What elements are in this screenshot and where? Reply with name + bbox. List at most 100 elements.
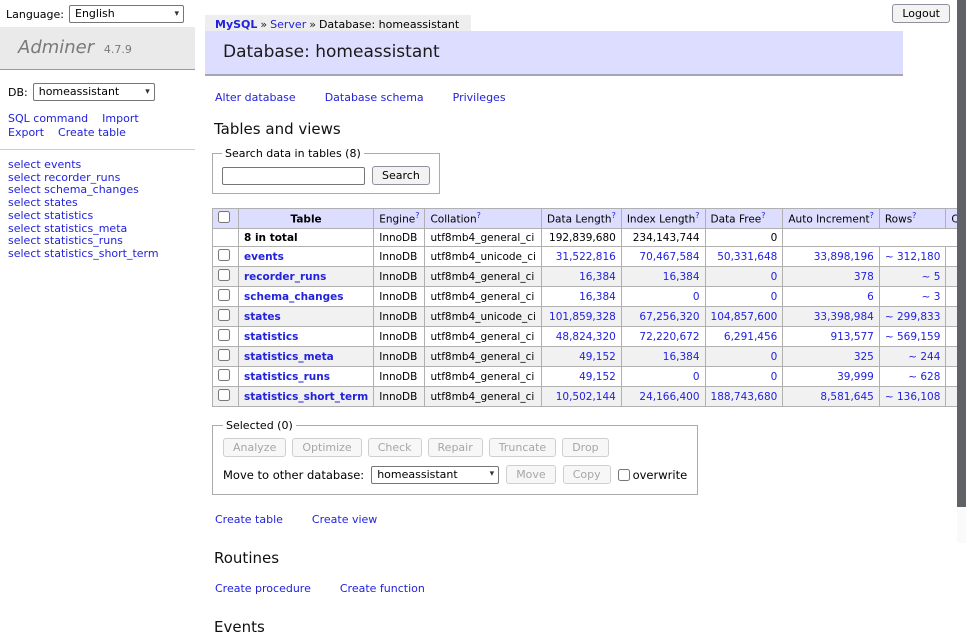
rows-link[interactable]: ~ 628: [885, 371, 941, 383]
sidebar-action-link[interactable]: Export: [8, 126, 44, 139]
sidebar-select-table-link[interactable]: select states: [8, 197, 195, 210]
column-help-link[interactable]: ?: [912, 211, 916, 220]
row-checkbox[interactable]: [218, 249, 230, 261]
data-free-link[interactable]: 104,857,600: [711, 311, 778, 323]
selected-action-button[interactable]: Optimize: [292, 438, 361, 457]
auto-increment-link[interactable]: 325: [788, 351, 874, 363]
rows-link[interactable]: ~ 312,180: [885, 251, 941, 263]
row-checkbox[interactable]: [218, 269, 230, 281]
data-length-link[interactable]: 16,384: [547, 271, 616, 283]
table-name-link[interactable]: states: [244, 311, 281, 323]
data-free-link[interactable]: 0: [711, 271, 778, 283]
row-checkbox[interactable]: [218, 349, 230, 361]
rows-link[interactable]: ~ 299,833: [885, 311, 941, 323]
scrollbar-thumb[interactable]: [957, 0, 966, 507]
move-database-select[interactable]: homeassistant ▾: [371, 466, 499, 484]
copy-button[interactable]: Copy: [563, 465, 611, 484]
table-name-link[interactable]: statistics_short_term: [244, 391, 368, 403]
row-checkbox[interactable]: [218, 309, 230, 321]
data-free-link[interactable]: 0: [711, 351, 778, 363]
data-length-link[interactable]: 49,152: [547, 371, 616, 383]
column-help-link[interactable]: ?: [695, 211, 699, 220]
auto-increment-link[interactable]: 913,577: [788, 331, 874, 343]
overwrite-checkbox[interactable]: [618, 469, 630, 481]
row-checkbox[interactable]: [218, 329, 230, 341]
index-length-link[interactable]: 72,220,672: [627, 331, 700, 343]
auto-increment-link[interactable]: 8,581,645: [788, 391, 874, 403]
data-free-link[interactable]: 188,743,680: [711, 391, 778, 403]
rows-link[interactable]: ~ 569,159: [885, 331, 941, 343]
logout-button[interactable]: Logout: [892, 4, 950, 23]
sidebar-action-link[interactable]: SQL command: [8, 112, 88, 125]
data-length-link[interactable]: 49,152: [547, 351, 616, 363]
data-length-link[interactable]: 31,522,816: [547, 251, 616, 263]
table-name-link[interactable]: statistics: [244, 331, 298, 343]
sidebar-action-link[interactable]: Import: [102, 112, 139, 125]
auto-increment-link[interactable]: 39,999: [788, 371, 874, 383]
rows-link[interactable]: ~ 136,108: [885, 391, 941, 403]
create-link[interactable]: Create table: [215, 513, 283, 526]
index-length-link[interactable]: 70,467,584: [627, 251, 700, 263]
sidebar-select-table-link[interactable]: select events: [8, 159, 195, 172]
selected-action-button[interactable]: Analyze: [223, 438, 286, 457]
database-action-link[interactable]: Privileges: [453, 91, 506, 104]
sidebar-action-link[interactable]: Create table: [58, 126, 126, 139]
breadcrumb-mysql-link[interactable]: MySQL: [215, 18, 257, 31]
sidebar-select-table-link[interactable]: select statistics_short_term: [8, 248, 195, 261]
index-length-link[interactable]: 16,384: [627, 271, 700, 283]
data-length-link[interactable]: 101,859,328: [547, 311, 616, 323]
auto-increment-link[interactable]: 378: [788, 271, 874, 283]
index-length-link[interactable]: 0: [627, 371, 700, 383]
index-length-link[interactable]: 67,256,320: [627, 311, 700, 323]
routine-create-link[interactable]: Create procedure: [215, 582, 311, 595]
column-help-link[interactable]: ?: [415, 211, 419, 220]
index-length-link[interactable]: 0: [627, 291, 700, 303]
data-length-link[interactable]: 48,824,320: [547, 331, 616, 343]
database-action-link[interactable]: Alter database: [215, 91, 296, 104]
table-name-link[interactable]: statistics_meta: [244, 351, 334, 363]
row-checkbox-cell: [213, 367, 239, 387]
total-index-length-cell: 234,143,744: [621, 229, 705, 247]
rows-link[interactable]: ~ 244: [885, 351, 941, 363]
auto-increment-link[interactable]: 33,898,196: [788, 251, 874, 263]
table-name-link[interactable]: events: [244, 251, 284, 263]
selected-legend: Selected (0): [223, 419, 296, 432]
auto-increment-link[interactable]: 6: [788, 291, 874, 303]
data-free-link[interactable]: 6,291,456: [711, 331, 778, 343]
row-checkbox[interactable]: [218, 369, 230, 381]
selected-action-button[interactable]: Truncate: [489, 438, 556, 457]
data-free-link[interactable]: 0: [711, 371, 778, 383]
breadcrumb-server-link[interactable]: Server: [270, 18, 306, 31]
column-help-link[interactable]: ?: [612, 211, 616, 220]
db-form: DB: homeassistant ▾: [8, 83, 195, 101]
index-length-link[interactable]: 16,384: [627, 351, 700, 363]
selected-action-button[interactable]: Drop: [562, 438, 608, 457]
search-input[interactable]: [222, 167, 365, 185]
table-name-link[interactable]: schema_changes: [244, 291, 344, 303]
data-free-link[interactable]: 0: [711, 291, 778, 303]
data-length-link[interactable]: 10,502,144: [547, 391, 616, 403]
data-length-link[interactable]: 16,384: [547, 291, 616, 303]
column-help-link[interactable]: ?: [870, 211, 874, 220]
routine-create-link[interactable]: Create function: [340, 582, 425, 595]
row-checkbox[interactable]: [218, 289, 230, 301]
rows-link[interactable]: ~ 5: [885, 271, 941, 283]
row-checkbox[interactable]: [218, 389, 230, 401]
table-name-link[interactable]: recorder_runs: [244, 271, 326, 283]
column-help-link[interactable]: ?: [761, 211, 765, 220]
rows-link[interactable]: ~ 3: [885, 291, 941, 303]
select-all-checkbox[interactable]: [218, 211, 230, 223]
data-free-link[interactable]: 50,331,648: [711, 251, 778, 263]
create-link[interactable]: Create view: [312, 513, 377, 526]
sidebar-select-table-link[interactable]: select statistics: [8, 210, 195, 223]
selected-action-button[interactable]: Repair: [428, 438, 483, 457]
column-help-link[interactable]: ?: [477, 211, 481, 220]
table-name-link[interactable]: statistics_runs: [244, 371, 330, 383]
selected-action-button[interactable]: Check: [368, 438, 422, 457]
db-select[interactable]: homeassistant ▾: [33, 83, 155, 101]
database-action-link[interactable]: Database schema: [325, 91, 424, 104]
auto-increment-link[interactable]: 33,398,984: [788, 311, 874, 323]
index-length-link[interactable]: 24,166,400: [627, 391, 700, 403]
search-button[interactable]: Search: [372, 166, 430, 185]
move-button[interactable]: Move: [506, 465, 556, 484]
